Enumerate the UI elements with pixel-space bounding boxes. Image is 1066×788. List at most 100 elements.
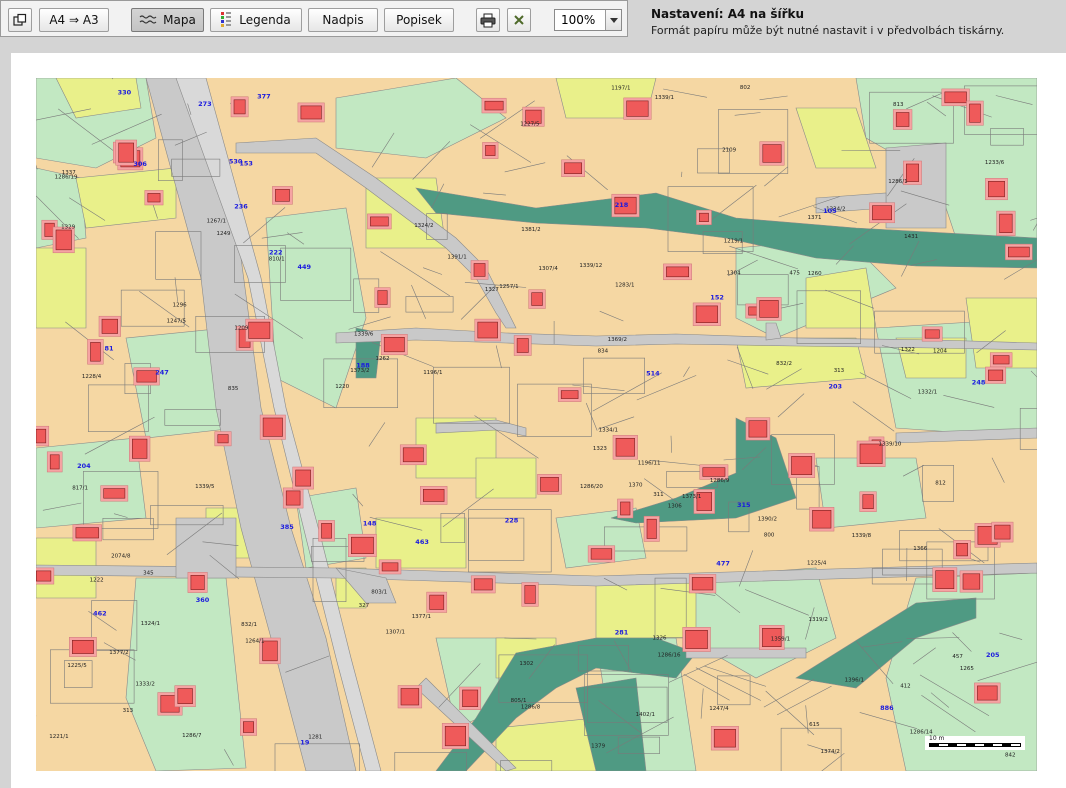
parcel-number: 835 — [228, 386, 239, 392]
building — [69, 637, 97, 657]
parcel-number: 842 — [1005, 753, 1016, 759]
parcel-number: 1196/11 — [638, 461, 661, 467]
parcel-number: 1402/1 — [636, 712, 655, 718]
building — [474, 318, 501, 342]
cadastral-map[interactable]: 1402/1 1396/1 1391/1 1381/2 1390/2 1377/1 1379… — [36, 78, 1037, 771]
building — [759, 141, 785, 166]
building-number: 475 — [789, 270, 800, 276]
parcel-number: 1257/1 — [499, 284, 518, 290]
parcel-number: 1204 — [933, 349, 947, 355]
map-button-label: Mapa — [163, 13, 196, 27]
building — [378, 559, 402, 575]
building — [643, 515, 660, 542]
building — [52, 226, 75, 254]
parcel-number: 1197/1 — [611, 85, 630, 91]
building — [72, 524, 102, 542]
parcel-number: 1267/1 — [207, 218, 226, 224]
house-number: 315 — [737, 501, 751, 509]
building — [521, 582, 539, 607]
caption-button[interactable]: Nadpis — [308, 8, 378, 32]
parcel-number: 832/1 — [241, 622, 257, 628]
parcel-number: 1359/1 — [771, 637, 790, 643]
building-number: 311 — [653, 492, 664, 498]
building — [557, 387, 582, 402]
building — [481, 97, 507, 114]
parcel-number: 1209 — [234, 325, 248, 331]
close-icon — [513, 14, 525, 26]
building-number: 412 — [900, 683, 911, 689]
building — [991, 521, 1014, 543]
parcel-number: 802 — [740, 85, 751, 91]
zoom-select[interactable]: 100% — [554, 9, 622, 31]
parcel-number: 1260 — [808, 271, 822, 277]
parcel-number: 834 — [598, 349, 609, 355]
parcel-number: 1227/5 — [520, 122, 540, 128]
settings-title: Nastavení: A4 na šířku — [651, 7, 805, 21]
paper-size-button[interactable]: A4 ⇒ A3 — [39, 8, 109, 32]
building — [1005, 243, 1033, 261]
building — [272, 186, 293, 205]
parcel-number: 832/2 — [776, 361, 792, 367]
parcel-number: 1323 — [593, 446, 607, 452]
parcel-number: 1225/4 — [807, 561, 827, 567]
building — [688, 574, 717, 594]
parcel-number: 1307/1 — [386, 630, 405, 636]
house-number: 514 — [646, 370, 660, 378]
scale-bar: 10 m — [925, 735, 1025, 750]
map-button[interactable]: Mapa — [131, 8, 204, 32]
parcel-number: 1373/1 — [682, 494, 701, 500]
building — [36, 425, 50, 447]
parcel-number: 1286/9 — [710, 478, 730, 484]
building — [245, 318, 274, 342]
parcel-number: 1339/12 — [579, 263, 602, 269]
building — [214, 431, 232, 447]
building — [297, 102, 325, 123]
house-number: 228 — [505, 517, 519, 525]
building-number: 327 — [359, 603, 370, 609]
building — [318, 520, 335, 542]
house-number: 306 — [133, 160, 147, 168]
building — [374, 287, 391, 308]
house-number: 81 — [105, 345, 115, 353]
building — [788, 453, 816, 478]
parcel-number: 1283/1 — [615, 282, 634, 288]
parcel-number: 817/1 — [72, 485, 88, 491]
legend-button[interactable]: Legenda — [210, 8, 302, 32]
house-number: 530 — [229, 158, 243, 166]
building — [367, 213, 392, 230]
parcel-number: 812 — [935, 481, 946, 487]
house-number: 330 — [118, 88, 132, 96]
chevron-down-icon[interactable] — [605, 10, 621, 30]
building — [292, 466, 314, 490]
building — [996, 210, 1016, 236]
building — [859, 491, 877, 512]
building — [985, 178, 1008, 201]
description-button[interactable]: Popisek — [384, 8, 454, 32]
legend-icon — [221, 12, 232, 28]
parcel-number: 1379 — [591, 743, 605, 749]
building — [397, 685, 423, 709]
toggle-window-button[interactable] — [8, 8, 32, 32]
house-number: 205 — [986, 651, 1000, 659]
parcel-number: 1381/2 — [521, 227, 540, 233]
building — [537, 474, 562, 495]
house-number: 886 — [880, 704, 894, 712]
building — [459, 686, 482, 710]
parcel-number: 1371 — [808, 215, 822, 221]
window-icon — [13, 13, 27, 27]
parcel-number: 1262 — [376, 356, 390, 362]
parcel-number: 1221/1 — [49, 734, 68, 740]
building — [470, 575, 496, 594]
house-number: 248 — [972, 378, 986, 386]
building — [892, 109, 913, 130]
parcel-number: 1377/1 — [412, 614, 431, 620]
parcel-number: 1219/1 — [724, 239, 743, 245]
house-number: 148 — [363, 520, 377, 528]
print-button[interactable] — [476, 8, 500, 32]
parcel-number: 1366 — [913, 546, 927, 552]
close-print-button[interactable] — [507, 8, 531, 32]
building — [941, 88, 970, 107]
parcel-number: 813 — [893, 102, 904, 108]
parcel-number: 1265 — [960, 666, 974, 672]
building — [282, 487, 304, 509]
